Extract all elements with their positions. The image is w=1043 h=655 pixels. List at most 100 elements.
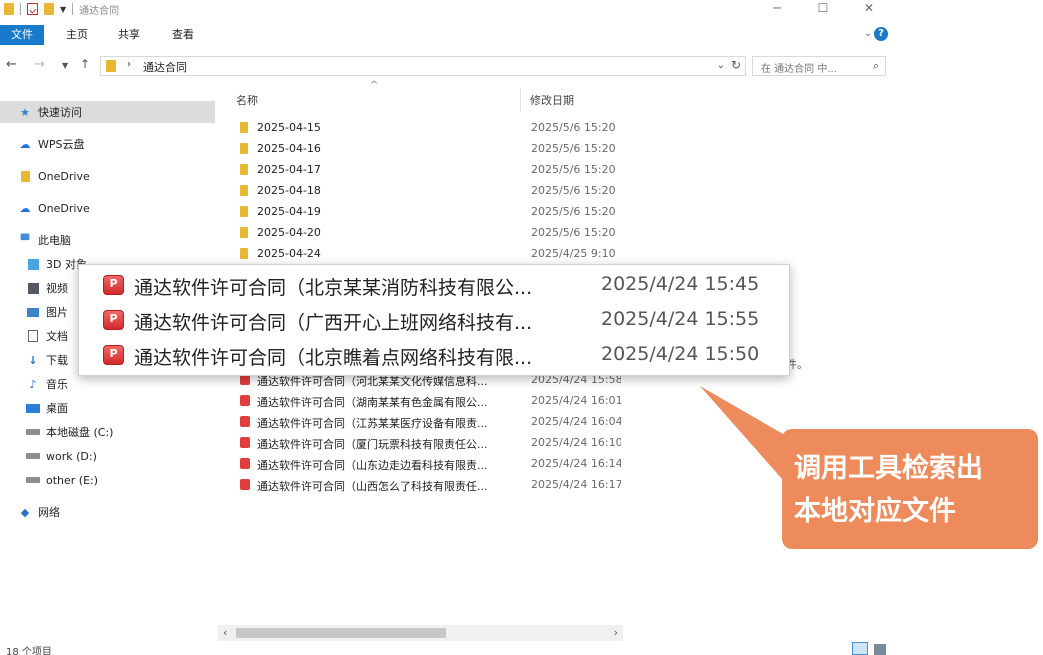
sidebar-item-pictures[interactable]: 图片 [26,301,68,323]
network-icon: ◆ [20,505,30,519]
sidebar-item-documents[interactable]: 文档 [26,325,68,347]
sidebar-item-drive-c[interactable]: 本地磁盘 (C:) [26,421,113,443]
documents-icon-wrap [26,329,40,343]
window-controls: ─ ☐ ✕ [754,0,892,16]
large-icons-view-icon[interactable] [874,644,886,655]
address-bar[interactable]: › 通达合同 ⌄ ↻ [100,56,746,76]
recent-locations-icon[interactable]: ▼ [62,61,68,70]
list-item[interactable]: 通达软件许可合同（山西怎么了科技有限责任... 2025/4/24 16:17 [236,475,626,495]
horizontal-scrollbar[interactable]: ‹ › [218,625,623,641]
scroll-left-icon[interactable]: ‹ [223,626,227,639]
details-view-icon[interactable] [852,642,868,655]
drive-icon [26,477,40,483]
chevron-right-icon[interactable]: › [127,59,131,70]
zoomed-search-results: 通达软件许可合同（北京某某消防科技有限公... 2025/4/24 15:45 … [78,264,790,376]
sidebar-item-downloads[interactable]: ↓ 下载 [26,349,68,371]
sidebar-item-network[interactable]: ◆ 网络 [18,501,60,523]
expand-ribbon-icon[interactable]: ⌄ [864,28,872,39]
file-name: 通达软件许可合同（北京瞧着点网络科技有限... [134,347,533,369]
item-count: 18 个项目 [6,647,52,655]
list-item[interactable]: 2025-04-19 2025/5/6 15:20 [236,202,626,222]
file-name: 2025-04-17 [257,163,321,176]
sidebar-item-label: 文档 [46,330,68,343]
list-item[interactable]: 通达软件许可合同（厦门玩票科技有限责任公... 2025/4/24 16:10 [236,433,626,453]
file-name: 2025-04-20 [257,226,321,239]
sidebar-item-wps-cloud[interactable]: ☁ WPS云盘 [18,133,85,155]
list-item[interactable]: 通达软件许可合同（北京瞧着点网络科技有限... 2025/4/24 15:50 [79,337,789,371]
file-name: 通达软件许可合同（湖南某某有色金属有限公... [257,396,488,409]
list-item[interactable]: 2025-04-20 2025/5/6 15:20 [236,223,626,243]
sidebar-item-label: 本地磁盘 (C:) [46,426,114,439]
divider [72,3,74,15]
properties-icon[interactable] [27,3,38,15]
column-header-date[interactable]: 修改日期 [530,92,574,108]
video-icon [27,282,39,294]
maximize-button[interactable]: ☐ [800,0,846,16]
scrollbar-thumb[interactable] [236,628,446,638]
search-icon[interactable]: ⌕ [873,59,879,73]
breadcrumb[interactable]: 通达合同 [143,59,187,75]
sidebar-item-onedrive[interactable]: ☁ OneDrive [18,197,90,219]
file-name: 通达软件许可合同（山西怎么了科技有限责任... [257,480,488,493]
sidebar-item-drive-d[interactable]: work (D:) [26,445,97,467]
desktop-icon [26,403,40,413]
quick-access-toolbar: ▼ 通达合同 [4,1,119,17]
file-date: 2025/5/6 15:20 [531,163,616,176]
refresh-icon[interactable]: ↻ [731,58,741,72]
callout-text-line-2: 本地对应文件 [794,496,956,527]
folder-icon [20,170,30,182]
sidebar-item-quick-access[interactable]: ★ 快速访问 [0,101,215,123]
folder-icon [240,206,248,217]
new-folder-icon[interactable] [44,3,54,15]
pdf-file-icon [240,458,250,469]
list-item[interactable]: 通达软件许可合同（江苏某某医疗设备有限责... 2025/4/24 16:04 [236,412,626,432]
3d-objects-icon [27,258,39,270]
chevron-down-icon[interactable]: ⌄ [717,60,725,71]
search-input[interactable]: 在 通达合同 中... ⌕ [752,56,886,76]
callout-box: 调用工具检索出 本地对应文件 [782,429,1038,549]
file-date: 2025/5/6 15:20 [531,121,616,134]
list-item[interactable]: 2025-04-15 2025/5/6 15:20 [236,118,626,138]
folder-icon [106,60,116,72]
sidebar-item-this-pc[interactable]: ▀ 此电脑 [18,229,71,251]
music-icon: ♪ [29,377,37,391]
pdf-file-icon [103,345,124,365]
forward-button[interactable]: → [34,57,45,72]
scroll-right-icon[interactable]: › [614,626,618,639]
column-header-name[interactable]: 名称 [236,92,258,108]
file-name: 通达软件许可合同（江苏某某医疗设备有限责... [257,417,488,430]
folder-icon [4,3,14,15]
list-item[interactable]: 通达软件许可合同（山东边走边看科技有限责... 2025/4/24 16:14 [236,454,626,474]
list-item[interactable]: 2025-04-18 2025/5/6 15:20 [236,181,626,201]
sidebar-item-music[interactable]: ♪ 音乐 [26,373,68,395]
tab-view[interactable]: 查看 [168,25,198,45]
column-divider[interactable] [520,88,521,112]
pictures-icon [27,307,39,317]
sidebar-item-label: 桌面 [46,402,68,415]
list-item[interactable]: 2025-04-17 2025/5/6 15:20 [236,160,626,180]
file-date: 2025/5/6 15:20 [531,184,616,197]
back-button[interactable]: ← [6,57,17,72]
list-item[interactable]: 2025-04-16 2025/5/6 15:20 [236,139,626,159]
customize-toolbar-icon[interactable]: ▼ [60,5,66,14]
close-button[interactable]: ✕ [846,0,892,16]
sidebar-item-drive-e[interactable]: other (E:) [26,469,98,491]
pdf-file-icon [240,395,250,406]
sidebar-item-desktop[interactable]: 桌面 [26,397,68,419]
sidebar-item-videos[interactable]: 视频 [26,277,68,299]
list-item[interactable]: 通达软件许可合同（北京某某消防科技有限公... 2025/4/24 15:45 [79,267,789,301]
tab-share[interactable]: 共享 [114,25,144,45]
drive-icon-wrap [26,425,40,439]
sidebar-item-onedrive-folder[interactable]: OneDrive [18,165,90,187]
minimize-button[interactable]: ─ [754,0,800,16]
up-button[interactable]: ↑ [80,57,90,71]
folder-icon [240,185,248,196]
tab-file[interactable]: 文件 [0,25,44,45]
status-bar: 18 个项目 [0,642,892,655]
list-item[interactable]: 2025-04-24 2025/4/25 9:10 [236,244,626,264]
file-name: 2025-04-16 [257,142,321,155]
help-icon[interactable]: ? [874,27,888,41]
list-item[interactable]: 通达软件许可合同（湖南某某有色金属有限公... 2025/4/24 16:01 [236,391,626,411]
tab-home[interactable]: 主页 [62,25,92,45]
list-item[interactable]: 通达软件许可合同（广西开心上班网络科技有... 2025/4/24 15:55 [79,302,789,336]
